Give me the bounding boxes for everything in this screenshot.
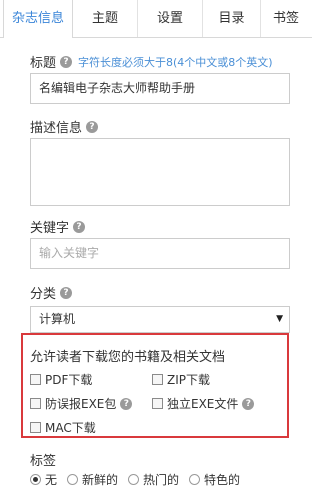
tab-settings[interactable]: 设置 bbox=[138, 0, 203, 37]
tag-radio-label: 新鲜的 bbox=[82, 473, 119, 487]
help-icon[interactable]: ? bbox=[73, 220, 86, 233]
title-label-row: 标题 ? 字符长度必须大于8(4个中文或8个英文) bbox=[30, 52, 273, 71]
help-icon[interactable]: ? bbox=[60, 55, 73, 68]
radio-icon bbox=[189, 474, 201, 485]
description-textarea[interactable] bbox=[30, 138, 290, 206]
tag-radio-hot[interactable]: 热门的 bbox=[128, 471, 179, 488]
pdf-download-checkbox[interactable]: PDF下载 bbox=[30, 371, 92, 388]
category-label: 分类 bbox=[30, 287, 57, 302]
description-label: 描述信息 bbox=[30, 121, 83, 136]
radio-icon bbox=[67, 474, 79, 485]
pdf-download-label: PDF下载 bbox=[45, 373, 93, 387]
tags-label: 标签 bbox=[30, 454, 57, 469]
tag-radio-label: 热门的 bbox=[143, 473, 180, 487]
category-label-row: 分类 ? bbox=[30, 283, 73, 302]
checkbox-icon bbox=[30, 374, 41, 385]
tag-radio-featured[interactable]: 特色的 bbox=[189, 471, 240, 488]
help-icon[interactable]: ? bbox=[60, 286, 73, 299]
checkbox-icon bbox=[30, 422, 41, 433]
keywords-placeholder: 输入关键字 bbox=[39, 246, 100, 260]
antifalse-exe-label: 防误报EXE包 bbox=[45, 397, 117, 411]
category-value: 计算机 bbox=[39, 312, 76, 326]
tag-radio-label: 特色的 bbox=[204, 473, 241, 487]
title-hint: 字符长度必须大于8(4个中文或8个英文) bbox=[78, 55, 273, 69]
tab-bookmarks[interactable]: 书签 bbox=[261, 0, 312, 37]
help-icon[interactable]: ? bbox=[86, 120, 99, 133]
radio-selected-icon bbox=[30, 474, 41, 485]
tag-radio-label: 无 bbox=[45, 473, 58, 487]
keywords-label: 关键字 bbox=[30, 221, 70, 236]
checkbox-icon bbox=[30, 398, 41, 409]
help-icon[interactable]: ? bbox=[242, 397, 255, 410]
tab-magazine-info[interactable]: 杂志信息 bbox=[3, 0, 73, 38]
keywords-input[interactable]: 输入关键字 bbox=[30, 238, 290, 269]
radio-icon bbox=[128, 474, 140, 485]
standalone-exe-checkbox[interactable]: 独立EXE文件 ? bbox=[152, 395, 255, 412]
keywords-label-row: 关键字 ? bbox=[30, 217, 86, 236]
description-label-row: 描述信息 ? bbox=[30, 117, 99, 136]
checkbox-icon bbox=[152, 398, 163, 409]
download-heading: 允许读者下载您的书籍及相关文档 bbox=[30, 350, 226, 365]
title-label: 标题 bbox=[30, 56, 57, 71]
title-input[interactable]: 名编辑电子杂志大师帮助手册 bbox=[30, 73, 290, 104]
tab-contents[interactable]: 目录 bbox=[203, 0, 261, 37]
standalone-exe-label: 独立EXE文件 bbox=[167, 397, 239, 411]
mac-download-checkbox[interactable]: MAC下载 bbox=[30, 419, 96, 436]
download-heading-row: 允许读者下载您的书籍及相关文档 bbox=[30, 346, 225, 365]
tag-radio-new[interactable]: 新鲜的 bbox=[67, 471, 118, 488]
help-icon[interactable]: ? bbox=[120, 397, 133, 410]
mac-download-label: MAC下载 bbox=[45, 421, 96, 435]
antifalse-exe-checkbox[interactable]: 防误报EXE包 ? bbox=[30, 395, 133, 412]
zip-download-label: ZIP下载 bbox=[167, 373, 210, 387]
checkbox-icon bbox=[152, 374, 163, 385]
tab-bar: 杂志信息 主题 设置 目录 书签 bbox=[0, 0, 312, 38]
category-select[interactable]: 计算机 ▼ bbox=[30, 306, 290, 333]
tag-radio-none[interactable]: 无 bbox=[30, 471, 57, 488]
title-input-value: 名编辑电子杂志大师帮助手册 bbox=[39, 81, 196, 95]
zip-download-checkbox[interactable]: ZIP下载 bbox=[152, 371, 210, 388]
tags-radio-group: 无 新鲜的 热门的 特色的 bbox=[30, 471, 250, 488]
tab-theme[interactable]: 主题 bbox=[73, 0, 138, 37]
tags-label-row: 标签 bbox=[30, 450, 56, 469]
dropdown-arrow-icon: ▼ bbox=[276, 314, 283, 324]
